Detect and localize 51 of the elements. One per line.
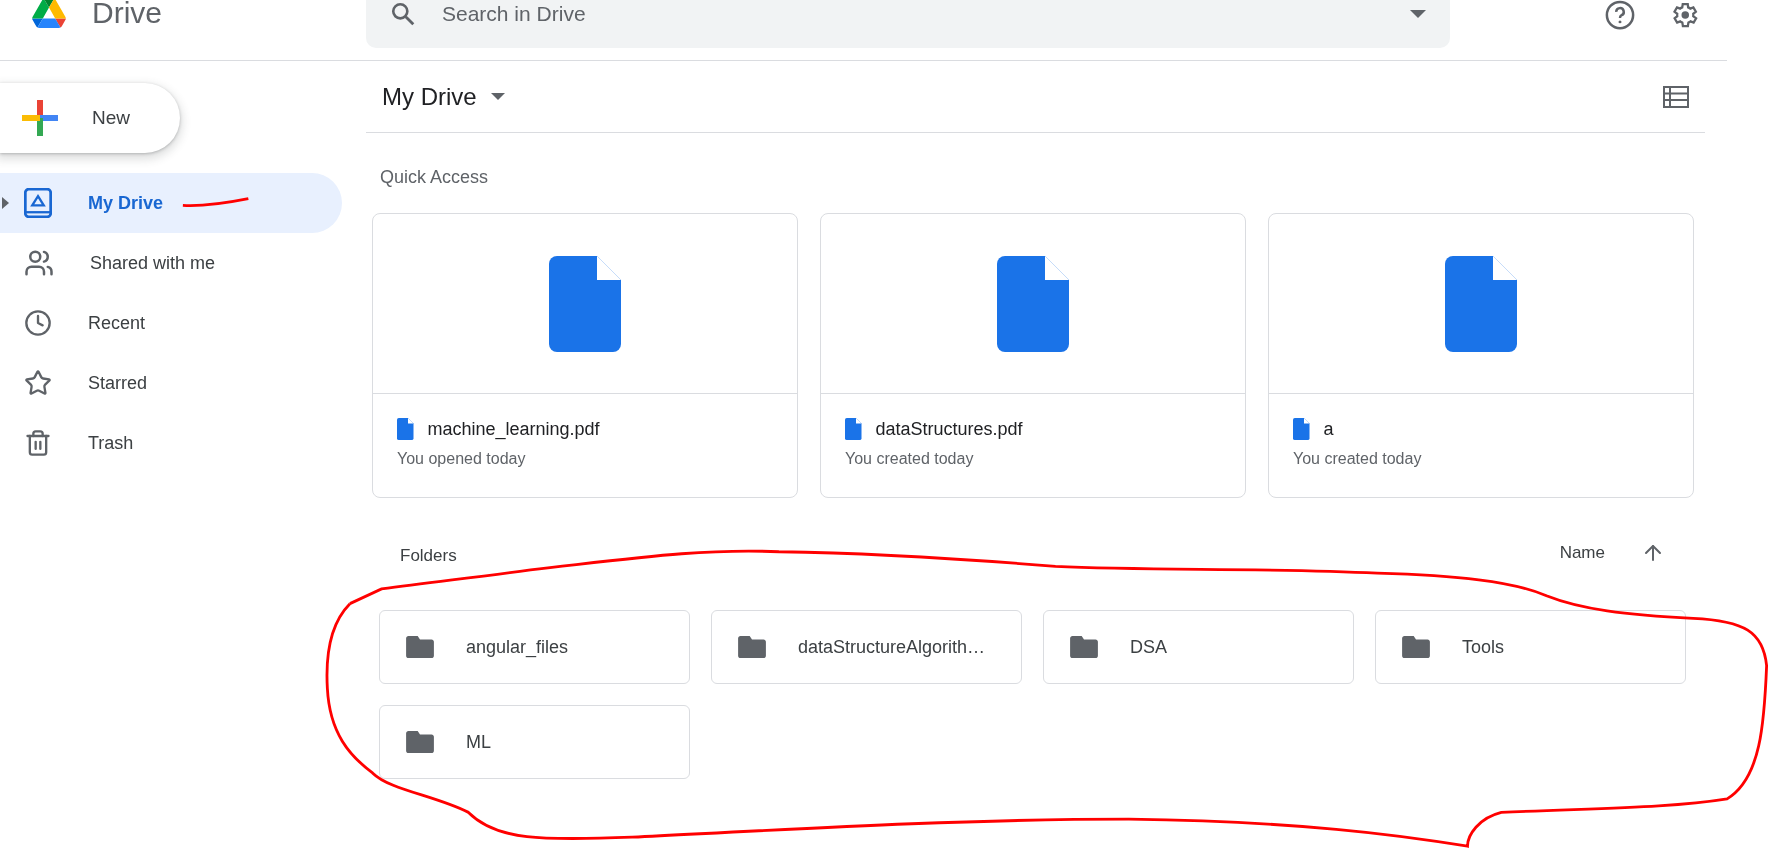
app-name: Drive	[92, 0, 162, 28]
file-thumbnail-icon	[549, 255, 621, 352]
folder-icon	[406, 636, 434, 658]
dropdown-caret-icon[interactable]	[490, 93, 505, 100]
file-icon	[397, 418, 414, 440]
new-button[interactable]: New	[0, 83, 180, 153]
file-activity: You created today	[1292, 449, 1423, 468]
file-card[interactable]: a You created today	[1268, 213, 1694, 498]
sidebar-item[interactable]: Trash	[0, 413, 342, 473]
folder-icon	[1070, 636, 1098, 658]
file-card[interactable]: machine_learning.pdf You opened today	[372, 213, 798, 498]
help-icon[interactable]	[1605, 0, 1635, 30]
dropdown-caret-icon[interactable]	[1410, 10, 1426, 18]
folder-item[interactable]: angular_files	[379, 610, 690, 684]
clock-icon	[24, 309, 52, 337]
sidebar-item[interactable]: Shared with me	[0, 233, 342, 293]
star-icon	[24, 369, 52, 397]
trash-icon	[24, 429, 52, 457]
folder-item[interactable]: Tools	[1375, 610, 1686, 684]
file-icon	[1293, 418, 1310, 440]
folder-item[interactable]: ML	[379, 705, 690, 779]
sidebar-item[interactable]: Recent	[0, 293, 342, 353]
sidebar-item[interactable]: Starred	[0, 353, 342, 413]
folder-icon	[738, 636, 766, 658]
search-input[interactable]: Search in Drive	[440, 1, 1386, 27]
hand-drawn-underline	[182, 197, 249, 207]
sidebar-item[interactable]: My Drive	[0, 173, 342, 233]
file-name: dataStructures.pdf	[875, 418, 1023, 440]
people-icon	[24, 248, 54, 278]
file-activity: You created today	[844, 449, 975, 468]
file-thumbnail-icon	[1445, 255, 1517, 352]
page-title[interactable]: My Drive	[382, 82, 477, 111]
expand-caret-icon[interactable]	[2, 197, 10, 209]
folder-icon	[1402, 636, 1430, 658]
file-name: a	[1323, 418, 1334, 440]
file-icon	[845, 418, 862, 440]
file-card[interactable]: dataStructures.pdf You created today	[820, 213, 1246, 498]
folder-item[interactable]: DSA	[1043, 610, 1354, 684]
section-heading: Quick Access	[379, 166, 490, 187]
folder-icon	[406, 731, 434, 753]
sort-label[interactable]: Name	[1559, 543, 1605, 563]
plus-icon	[22, 100, 58, 136]
file-thumbnail-icon	[997, 255, 1069, 352]
search-bar[interactable]: Search in Drive	[366, 0, 1450, 48]
section-heading: Folders	[400, 546, 458, 566]
list-view-icon[interactable]	[1663, 85, 1689, 108]
file-name: machine_learning.pdf	[427, 418, 600, 440]
search-icon	[390, 1, 416, 27]
folder-item[interactable]: dataStructureAlgorith…	[711, 610, 1022, 684]
drive-icon	[24, 188, 52, 218]
file-activity: You opened today	[396, 449, 527, 468]
